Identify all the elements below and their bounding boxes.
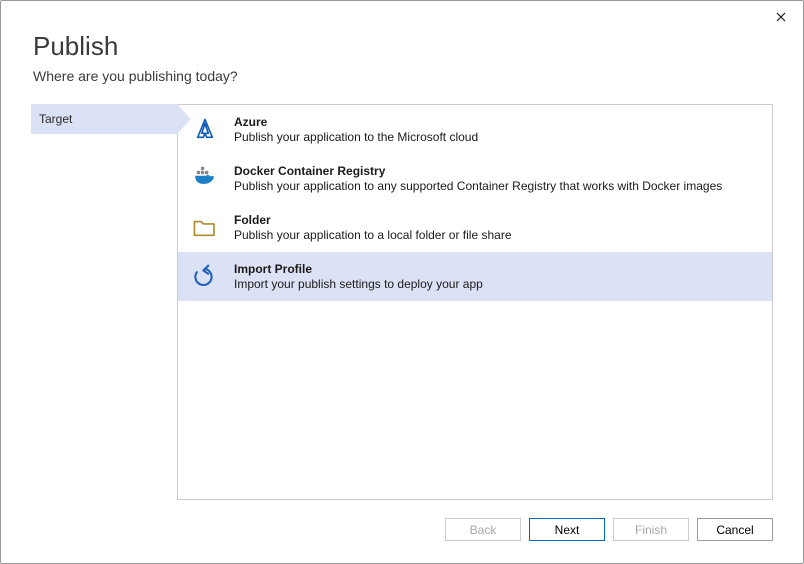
option-desc: Publish your application to any supporte…: [234, 179, 758, 193]
import-icon: [192, 264, 218, 290]
target-option-folder[interactable]: Folder Publish your application to a loc…: [178, 203, 772, 252]
close-icon: [776, 12, 786, 22]
option-text: Import Profile Import your publish setti…: [234, 262, 758, 291]
dialog-header: Publish Where are you publishing today?: [3, 3, 801, 94]
option-desc: Publish your application to the Microsof…: [234, 130, 758, 144]
wizard-sidebar: Target: [31, 94, 177, 504]
publish-dialog: Publish Where are you publishing today? …: [0, 0, 804, 564]
dialog-footer: Back Next Finish Cancel: [3, 504, 801, 561]
next-button[interactable]: Next: [529, 518, 605, 541]
option-text: Azure Publish your application to the Mi…: [234, 115, 758, 144]
finish-button: Finish: [613, 518, 689, 541]
option-text: Folder Publish your application to a loc…: [234, 213, 758, 242]
back-button: Back: [445, 518, 521, 541]
option-title: Folder: [234, 213, 758, 227]
target-option-docker[interactable]: Docker Container Registry Publish your a…: [178, 154, 772, 203]
cancel-button[interactable]: Cancel: [697, 518, 773, 541]
target-option-azure[interactable]: Azure Publish your application to the Mi…: [178, 105, 772, 154]
close-button[interactable]: [772, 8, 790, 26]
option-desc: Import your publish settings to deploy y…: [234, 277, 758, 291]
option-title: Import Profile: [234, 262, 758, 276]
page-subtitle: Where are you publishing today?: [33, 68, 771, 84]
folder-icon: [192, 215, 218, 241]
dialog-content: Target Azure Publish your application to…: [3, 94, 801, 504]
target-options-panel: Azure Publish your application to the Mi…: [177, 104, 773, 500]
option-title: Docker Container Registry: [234, 164, 758, 178]
docker-icon: [192, 166, 218, 192]
target-option-import-profile[interactable]: Import Profile Import your publish setti…: [178, 252, 772, 301]
sidebar-step-label: Target: [39, 112, 72, 126]
page-title: Publish: [33, 31, 771, 62]
azure-icon: [192, 117, 218, 143]
option-text: Docker Container Registry Publish your a…: [234, 164, 758, 193]
option-desc: Publish your application to a local fold…: [234, 228, 758, 242]
option-title: Azure: [234, 115, 758, 129]
sidebar-step-target[interactable]: Target: [31, 104, 177, 134]
